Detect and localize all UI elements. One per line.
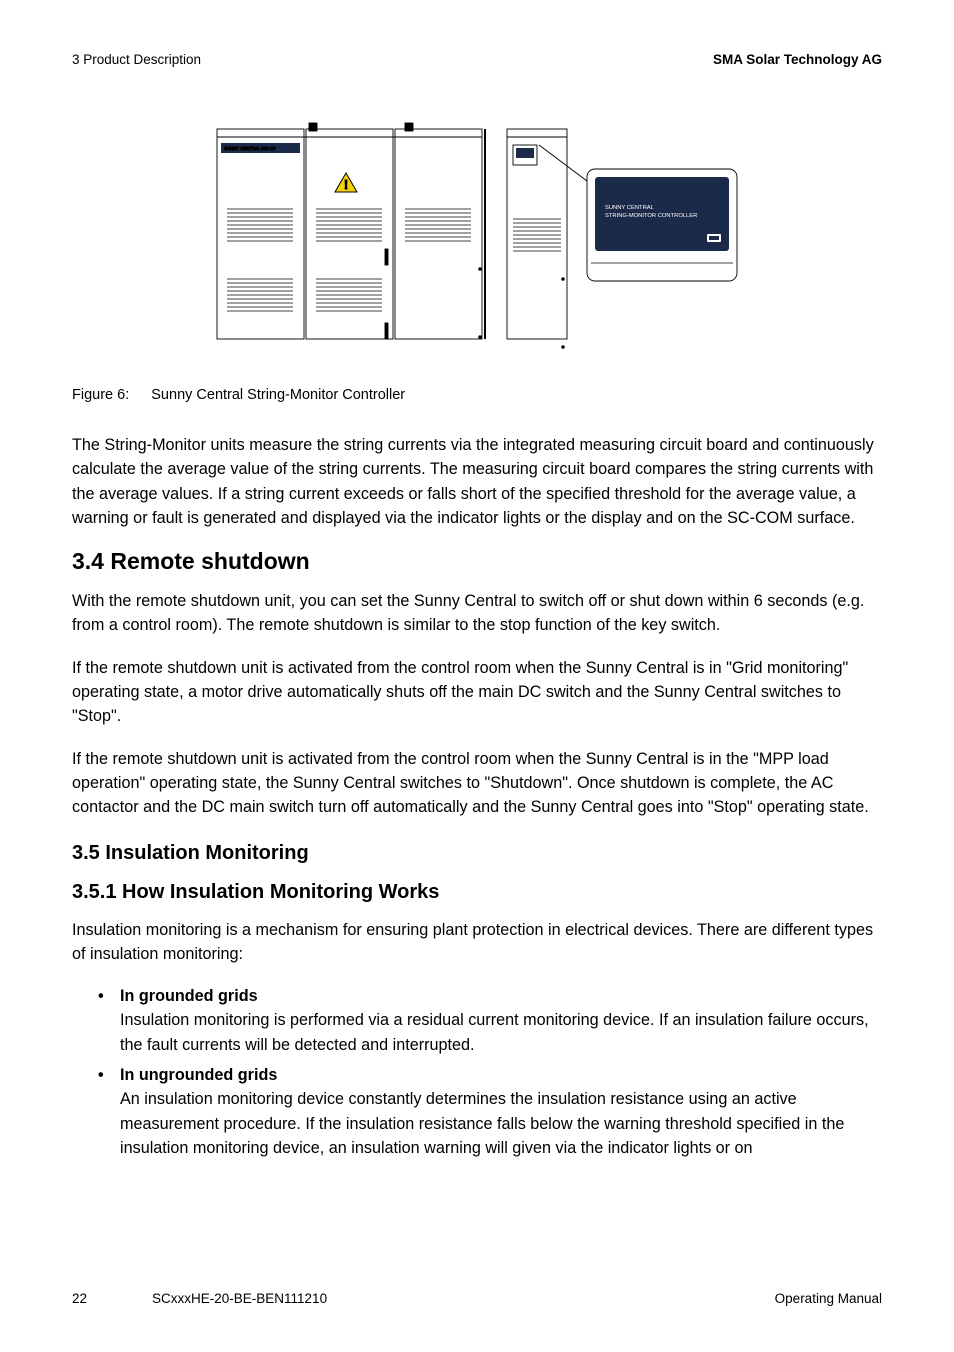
svg-text:SUNNY CENTRAL 800 CP: SUNNY CENTRAL 800 CP bbox=[224, 146, 276, 151]
footer-doc-type: Operating Manual bbox=[775, 1291, 882, 1306]
heading-3-5: 3.5 Insulation Monitoring bbox=[72, 842, 882, 865]
figure-6-caption-label: Figure 6: bbox=[72, 387, 129, 403]
svg-text:STRING-MONITOR CONTROLLER: STRING-MONITOR CONTROLLER bbox=[605, 213, 697, 219]
bullet-grounded-title: In grounded grids bbox=[120, 984, 882, 1008]
paragraph-remote-1: With the remote shutdown unit, you can s… bbox=[72, 589, 882, 638]
page-header: 3 Product Description SMA Solar Technolo… bbox=[72, 52, 882, 67]
bullet-grounded: In grounded grids Insulation monitoring … bbox=[98, 984, 882, 1057]
footer-doc-id: SCxxxHE-20-BE-BEN111210 bbox=[152, 1291, 775, 1306]
paragraph-remote-3: If the remote shutdown unit is activated… bbox=[72, 747, 882, 820]
page-footer: 22 SCxxxHE-20-BE-BEN111210 Operating Man… bbox=[72, 1291, 882, 1306]
heading-3-5-1: 3.5.1 How Insulation Monitoring Works bbox=[72, 881, 882, 904]
bullet-ungrounded-title: In ungrounded grids bbox=[120, 1063, 882, 1087]
figure-6: SUNNY CENTRAL 800 CP ! bbox=[72, 119, 882, 359]
svg-text:!: ! bbox=[344, 177, 348, 192]
paragraph-string-monitor: The String-Monitor units measure the str… bbox=[72, 433, 882, 530]
header-section: 3 Product Description bbox=[72, 52, 201, 67]
footer-page-number: 22 bbox=[72, 1291, 152, 1306]
bullet-grounded-body: Insulation monitoring is performed via a… bbox=[120, 1008, 882, 1057]
bullet-ungrounded: In ungrounded grids An insulation monito… bbox=[98, 1063, 882, 1160]
svg-text:SUNNY CENTRAL: SUNNY CENTRAL bbox=[605, 205, 655, 211]
figure-6-svg: SUNNY CENTRAL 800 CP ! bbox=[207, 119, 747, 359]
bullet-ungrounded-body: An insulation monitoring device constant… bbox=[120, 1087, 882, 1160]
paragraph-insulation-intro: Insulation monitoring is a mechanism for… bbox=[72, 918, 882, 967]
header-company: SMA Solar Technology AG bbox=[713, 52, 882, 67]
heading-3-4: 3.4 Remote shutdown bbox=[72, 548, 882, 575]
paragraph-remote-2: If the remote shutdown unit is activated… bbox=[72, 656, 882, 729]
figure-6-caption: Figure 6: Sunny Central String-Monitor C… bbox=[72, 387, 882, 403]
insulation-bullet-list: In grounded grids Insulation monitoring … bbox=[72, 984, 882, 1160]
figure-6-caption-text: Sunny Central String-Monitor Controller bbox=[151, 387, 405, 403]
